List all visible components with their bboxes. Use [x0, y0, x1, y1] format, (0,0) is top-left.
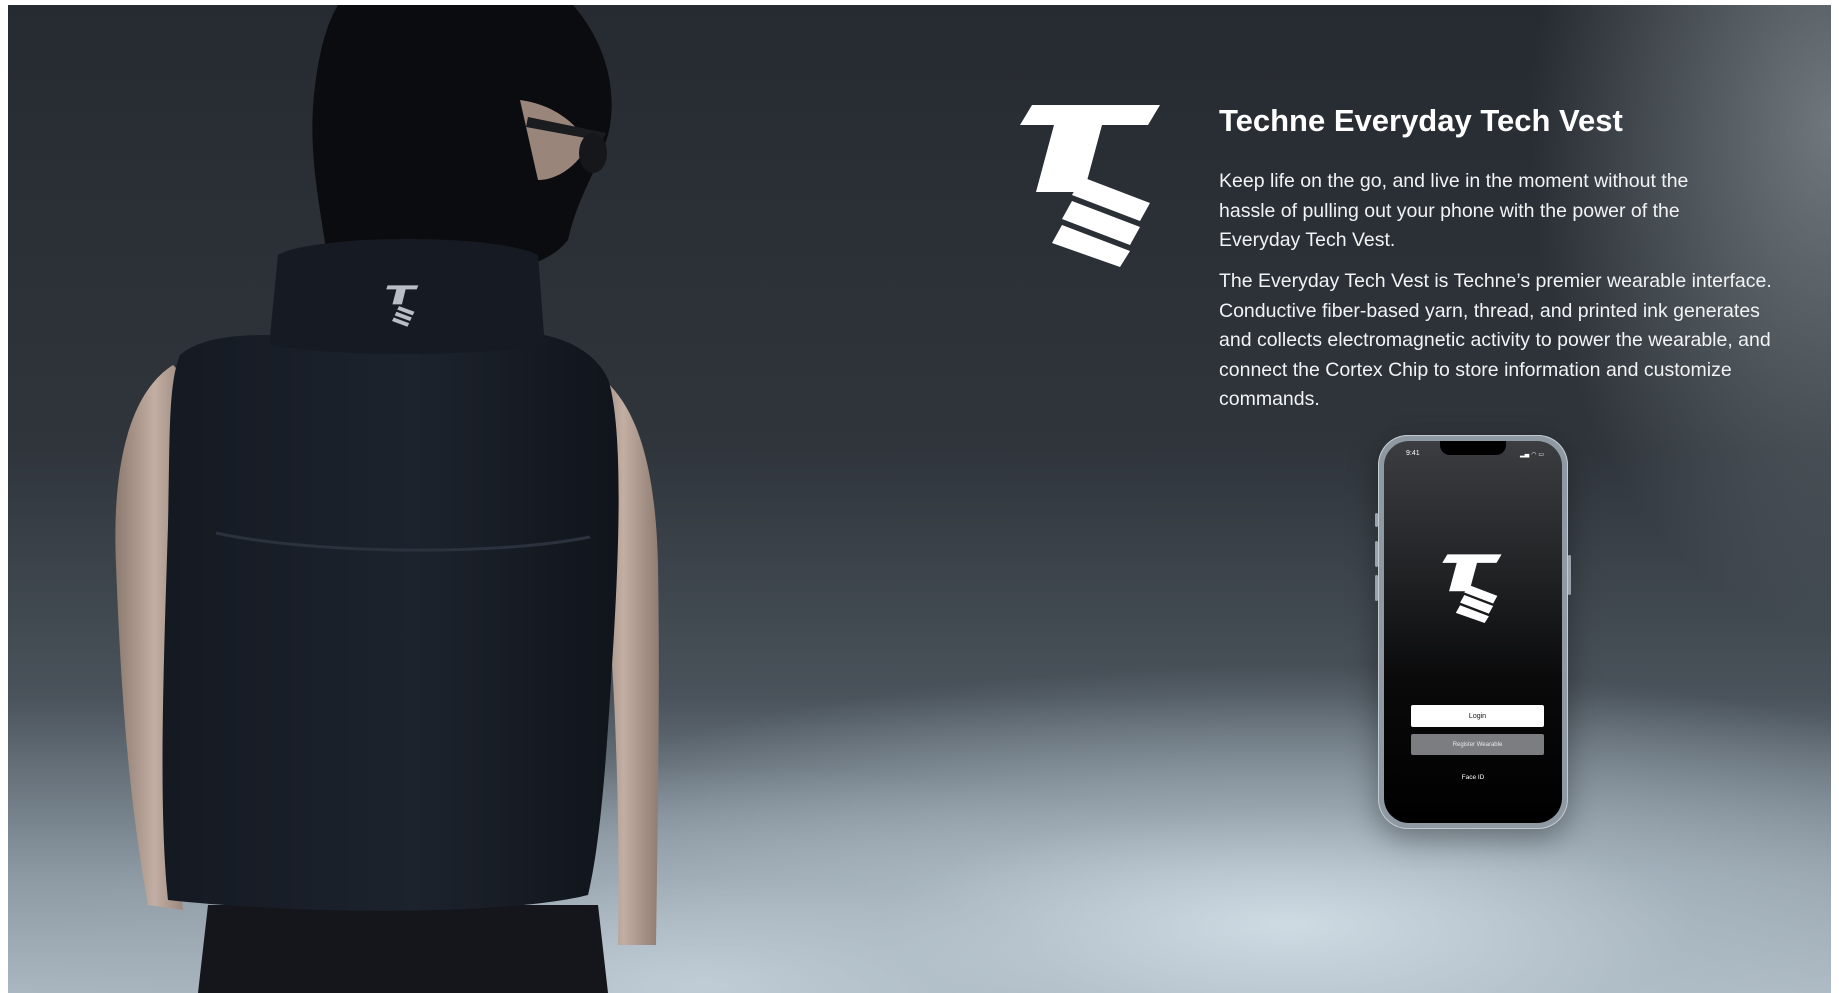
model-photo [115, 5, 659, 993]
phone-volume-down-button [1375, 575, 1378, 601]
product-description-intro: Keep life on the go, and live in the mom… [1219, 170, 1689, 251]
login-button[interactable]: Login [1411, 705, 1544, 727]
face-id-link[interactable]: Face ID [1384, 774, 1562, 781]
status-bar-time: 9:41 [1406, 450, 1420, 457]
phone-volume-up-button [1375, 541, 1378, 567]
app-logo-icon [1442, 554, 1502, 623]
phone-notch [1440, 441, 1506, 455]
product-title: Techne Everyday Tech Vest [1219, 103, 1623, 138]
techne-logo-icon [1020, 105, 1160, 267]
phone-screen: 9:41 ▂▄ ◠ ▭ Login Register Wearable Face… [1384, 441, 1562, 823]
product-description-detail: The Everyday Tech Vest is Techne’s premi… [1219, 270, 1772, 410]
phone-power-button [1568, 555, 1571, 595]
phone-mockup: 9:41 ▂▄ ◠ ▭ Login Register Wearable Face… [1375, 435, 1571, 829]
status-bar-icons: ▂▄ ◠ ▭ [1520, 451, 1544, 458]
hero-banner: Techne Everyday Tech Vest Keep life on t… [8, 5, 1831, 993]
register-wearable-button[interactable]: Register Wearable [1411, 734, 1544, 755]
phone-side-button [1375, 513, 1378, 527]
